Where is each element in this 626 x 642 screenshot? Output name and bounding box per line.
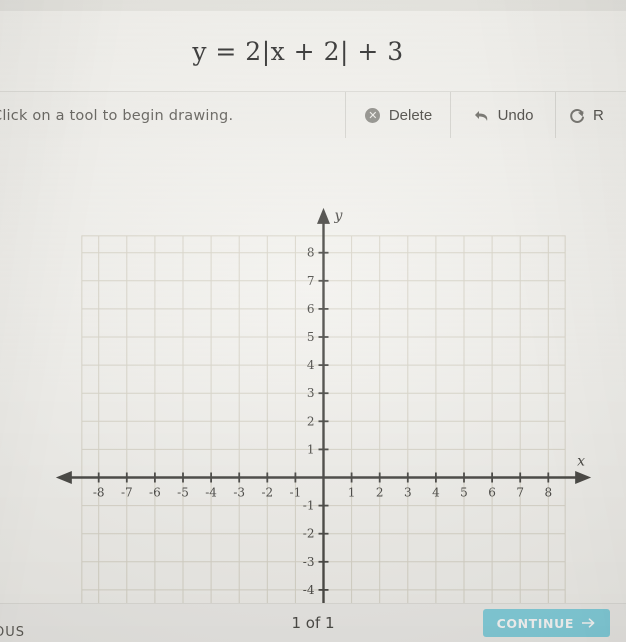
app-root: y = 2|x + 2| + 3 Click on a tool to begi…: [0, 0, 626, 642]
toolbar-hint: Click on a tool to begin drawing.: [0, 107, 234, 124]
graph-canvas[interactable]: -8 -7 -6 -5 -4 -3 -2 -1 1 2 3 4 5 6 7 8 8 7 6 5 4 3 2 1 -1 -2 -3 -4…: [0, 138, 626, 604]
continue-button[interactable]: CONTINUE: [482, 609, 610, 637]
close-circle-icon: ✕: [364, 107, 382, 125]
delete-button[interactable]: ✕ Delete: [345, 92, 450, 139]
svg-text:-4: -4: [205, 486, 217, 500]
svg-text:-2: -2: [261, 486, 273, 500]
delete-button-label: Delete: [388, 107, 433, 124]
svg-text:2: 2: [307, 414, 315, 428]
equation-text: y = 2|x + 2| + 3: [192, 36, 404, 66]
svg-text:6: 6: [488, 486, 496, 500]
svg-text:5: 5: [307, 330, 315, 344]
svg-text:-4: -4: [303, 583, 315, 597]
svg-text:1: 1: [307, 442, 315, 456]
svg-text:3: 3: [307, 386, 315, 400]
svg-text:-1: -1: [303, 499, 315, 513]
redo-button[interactable]: R: [555, 92, 626, 139]
svg-text:8: 8: [544, 486, 552, 500]
svg-text:8: 8: [307, 246, 315, 260]
svg-text:1: 1: [348, 486, 356, 500]
undo-button[interactable]: Undo: [450, 92, 555, 139]
svg-text:4: 4: [432, 486, 440, 500]
svg-text:-3: -3: [303, 555, 315, 569]
axes: [55, 207, 592, 604]
svg-text:-5: -5: [177, 486, 189, 500]
svg-text:-1: -1: [290, 486, 302, 500]
redo-button-label: R: [593, 107, 604, 124]
continue-button-label: CONTINUE: [496, 615, 574, 631]
svg-text:7: 7: [516, 486, 524, 500]
svg-text:5: 5: [460, 486, 468, 500]
redo-arrow-icon: [568, 107, 586, 125]
y-axis-label: y: [334, 208, 344, 224]
svg-text:2: 2: [376, 486, 384, 500]
undo-arrow-icon: [473, 107, 491, 125]
svg-text:-8: -8: [93, 486, 105, 500]
footer-bar: OUS 1 of 1 CONTINUE: [0, 603, 626, 642]
svg-text:-3: -3: [233, 486, 245, 500]
svg-text:6: 6: [307, 302, 315, 316]
x-axis-label: x: [577, 454, 585, 470]
svg-text:-7: -7: [121, 486, 133, 500]
drawing-toolbar: Click on a tool to begin drawing. ✕ Dele…: [0, 91, 626, 140]
arrow-right-icon: [581, 616, 596, 631]
svg-text:-6: -6: [149, 486, 161, 500]
equation-bar: y = 2|x + 2| + 3: [0, 11, 626, 91]
svg-text:3: 3: [404, 486, 412, 500]
svg-text:-2: -2: [303, 527, 315, 541]
undo-button-label: Undo: [497, 107, 534, 124]
svg-text:7: 7: [307, 274, 315, 288]
coordinate-plane[interactable]: -8 -7 -6 -5 -4 -3 -2 -1 1 2 3 4 5 6 7 8 8 7 6 5 4 3 2 1 -1 -2 -3 -4…: [0, 138, 626, 604]
svg-text:4: 4: [307, 358, 315, 372]
